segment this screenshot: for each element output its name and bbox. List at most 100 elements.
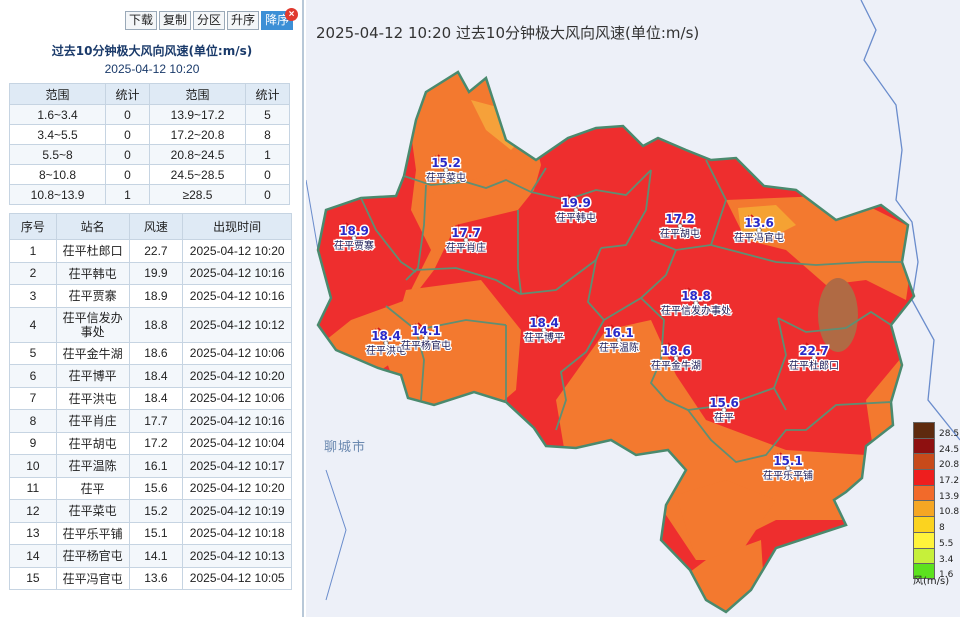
table-header-row: 序号 站名 风速 出现时间 [9, 213, 292, 240]
sort-asc-button[interactable]: 升序 [227, 11, 260, 30]
table-row: 3.4~5.5 0 17.2~20.8 8 [8, 124, 290, 145]
station-marker[interactable]: 17.2茌平胡屯 [659, 210, 701, 241]
station-value: 13.6 [744, 216, 774, 230]
station-value: 17.2 [665, 212, 695, 226]
station-value: 18.4 [371, 329, 401, 343]
station-value: 18.6 [661, 344, 691, 358]
wind-map[interactable]: 15.2 茌平菜屯 18.9 茌平贾寨 17.7 茌平肖庄 19.9 茌平韩屯 17.2 茌平胡屯… [306, 0, 960, 617]
station-marker[interactable]: 15.2茌平菜屯 [425, 154, 467, 185]
panel-title: 过去10分钟极大风向风速(单位:m/s) [51, 44, 253, 58]
table-cell: 14.1 [128, 544, 184, 568]
table-row[interactable]: 11 茌平 15.6 2025-04-12 10:20 [9, 476, 292, 500]
table-cell: 0 [105, 144, 150, 165]
table-row[interactable]: 1 茌平杜郎口 22.7 2025-04-12 10:20 [9, 239, 292, 263]
column-header[interactable]: 站名 [55, 213, 130, 240]
table-cell: 2025-04-12 10:05 [182, 566, 292, 590]
table-cell: 8 [9, 409, 57, 433]
station-marker[interactable]: 17.7茌平肖庄 [445, 224, 487, 255]
station-name: 茌平 [714, 412, 734, 424]
table-cell: 2025-04-12 10:20 [182, 364, 292, 388]
close-icon[interactable]: × [285, 8, 298, 21]
table-cell: 5.5~8 [8, 144, 107, 165]
table-cell: 茌平杜郎口 [55, 239, 130, 263]
station-value: 18.4 [529, 316, 559, 330]
column-header: 统计 [105, 83, 150, 105]
table-row: 8~10.8 0 24.5~28.5 0 [8, 164, 290, 185]
table-row[interactable]: 13 茌平乐平铺 15.1 2025-04-12 10:18 [9, 521, 292, 545]
table-cell: 3.4~5.5 [8, 124, 107, 145]
table-cell: 2025-04-12 10:20 [182, 239, 292, 263]
table-row[interactable]: 3 茌平贾寨 18.9 2025-04-12 10:16 [9, 284, 292, 308]
legend-unit: 风(m/s) [913, 576, 950, 587]
table-row[interactable]: 15 茌平冯官屯 13.6 2025-04-12 10:05 [9, 566, 292, 590]
station-marker[interactable]: 16.1茌平温陈 [598, 324, 640, 355]
station-value: 22.7 [799, 344, 829, 358]
column-header[interactable]: 出现时间 [182, 213, 292, 240]
download-button[interactable]: 下载 [125, 11, 158, 30]
table-cell: 15.1 [128, 521, 184, 545]
legend-swatch [913, 469, 935, 485]
table-cell: 9 [9, 431, 57, 455]
table-cell: 18.4 [128, 364, 184, 388]
legend-item: 10.8 [913, 500, 960, 517]
table-cell: 茌平菜屯 [55, 499, 130, 523]
legend-swatch [913, 422, 935, 438]
table-cell: 茌平信发办事处 [55, 306, 130, 343]
table-row[interactable]: 7 茌平洪屯 18.4 2025-04-12 10:06 [9, 386, 292, 410]
table-cell: 19.9 [128, 261, 184, 285]
table-cell: 17.2 [128, 431, 184, 455]
station-value: 18.8 [681, 289, 711, 303]
table-cell: 17.2~20.8 [148, 124, 247, 145]
table-row[interactable]: 6 茌平博平 18.4 2025-04-12 10:20 [9, 364, 292, 388]
table-row: 10.8~13.9 1 ≥28.5 0 [8, 184, 290, 205]
table-row[interactable]: 4 茌平信发办事处 18.8 2025-04-12 10:12 [9, 306, 292, 343]
range-statistics-table: 范围 统计 范围 统计 1.6~3.4 0 13.9~17.2 5 3.4~5.5 0 17… [8, 83, 290, 205]
table-row[interactable]: 5 茌平金牛湖 18.6 2025-04-12 10:06 [9, 341, 292, 365]
table-row: 1.6~3.4 0 13.9~17.2 5 [8, 104, 290, 125]
station-value: 15.1 [773, 454, 803, 468]
legend-item: 13.9 [913, 484, 960, 502]
station-name: 茌平韩屯 [556, 211, 596, 224]
wind-speed-legend: 28.5 24.5 20.8 17.2 13.9 10.8 8 5.5 3.4 1.6 风(m/s… [913, 422, 960, 587]
table-cell: 茌平胡屯 [55, 431, 130, 455]
station-marker[interactable]: 18.4茌平博平 [523, 314, 565, 345]
table-cell: 17.7 [128, 409, 184, 433]
station-value: 16.1 [604, 326, 634, 340]
table-row[interactable]: 2 茌平韩屯 19.9 2025-04-12 10:16 [9, 261, 292, 285]
table-cell: 10.8~13.9 [8, 184, 107, 205]
table-cell: 2 [9, 261, 57, 285]
station-value: 18.9 [339, 224, 369, 238]
station-marker[interactable]: 18.9茌平贾寨 [333, 222, 375, 253]
table-cell: 8~10.8 [8, 164, 107, 185]
table-cell: 22.7 [128, 239, 184, 263]
legend-item: 20.8 [913, 453, 960, 470]
station-name: 茌平肖庄 [446, 241, 486, 254]
station-marker[interactable]: 19.9茌平韩屯 [555, 194, 597, 225]
legend-swatch [913, 437, 935, 454]
station-marker[interactable]: 18.4茌平洪屯 [365, 327, 407, 358]
table-cell: 茌平杨官屯 [55, 544, 130, 568]
table-cell: 0 [245, 164, 290, 185]
table-cell: 11 [9, 476, 57, 500]
table-row[interactable]: 8 茌平肖庄 17.7 2025-04-12 10:16 [9, 409, 292, 433]
column-header[interactable]: 序号 [9, 213, 57, 240]
legend-item: 3.4 [913, 547, 960, 565]
legend-swatch [913, 453, 935, 470]
station-name: 茌平菜屯 [426, 171, 466, 184]
table-row[interactable]: 14 茌平杨官屯 14.1 2025-04-12 10:13 [9, 544, 292, 568]
station-name: 茌平金牛湖 [651, 359, 701, 372]
copy-button[interactable]: 复制 [159, 11, 192, 30]
table-cell: 10 [9, 454, 57, 478]
table-cell: 茌平洪屯 [55, 386, 130, 410]
table-row[interactable]: 12 茌平菜屯 15.2 2025-04-12 10:19 [9, 499, 292, 523]
table-cell: 0 [105, 164, 150, 185]
river [325, 469, 347, 601]
map-canvas[interactable]: 15.2茌平菜屯 18.9茌平贾寨 17.7茌平肖庄 19.9茌平韩屯 17.2茌平胡屯… [306, 0, 960, 617]
table-row[interactable]: 10 茌平温陈 16.1 2025-04-12 10:17 [9, 454, 292, 478]
station-value: 14.1 [411, 324, 441, 338]
station-name: 茌平乐平铺 [763, 469, 813, 482]
partition-button[interactable]: 分区 [193, 11, 226, 30]
column-header[interactable]: 风速 [128, 213, 184, 240]
table-row[interactable]: 9 茌平胡屯 17.2 2025-04-12 10:04 [9, 431, 292, 455]
table-cell: 2025-04-12 10:16 [182, 284, 292, 308]
